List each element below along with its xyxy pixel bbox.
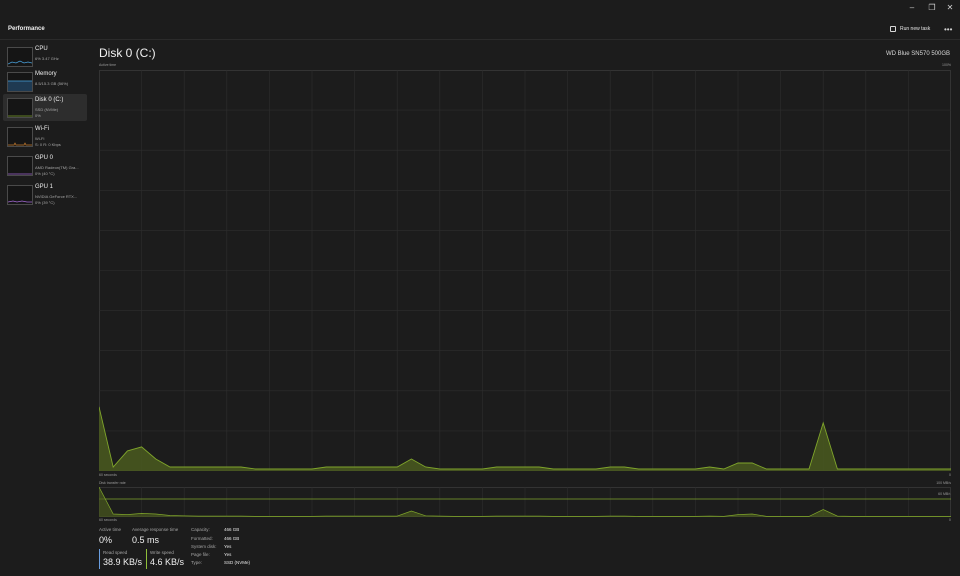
transfer-rate-min-label: 0 (949, 518, 951, 522)
run-new-task-button[interactable]: Run new task (890, 23, 930, 35)
sidebar-item-detail: SSD (NVMe) (35, 107, 59, 112)
sidebar-item-detail: 8.5/15.3 GB (56%) (35, 81, 69, 86)
sidebar-item-gpu-1[interactable]: GPU 1 NVIDIA GeForce RTX... 0% (39 °C) (3, 181, 87, 208)
sidebar-item-detail: Wi-Fi (35, 136, 45, 141)
sidebar-item-label: Wi-Fi (35, 126, 49, 132)
gpu1-thumbnail-graph (7, 185, 33, 205)
sidebar-item-wifi[interactable]: Wi-Fi Wi-Fi S: 0 R: 0 Kbps (3, 123, 87, 150)
capacity-label: Capacity: (191, 527, 210, 532)
wifi-thumbnail-graph (7, 127, 33, 147)
sidebar-item-label: GPU 1 (35, 184, 54, 190)
sidebar-item-label: Disk 0 (C:) (35, 97, 64, 103)
disk-title: Disk 0 (C:) (99, 46, 156, 60)
system-disk-value: Yes (224, 544, 232, 549)
write-speed-label: Write speed (150, 550, 174, 555)
active-time-duration-label: 60 seconds (99, 473, 117, 477)
sidebar-item-usage: S: 0 R: 0 Kbps (35, 142, 61, 147)
page-title: Performance (8, 26, 45, 32)
sidebar-item-usage: 0% (35, 113, 41, 118)
transfer-rate-label: Disk transfer rate (99, 481, 126, 485)
capacity-value: 466 GB (224, 527, 240, 532)
active-time-max-label: 100% (942, 63, 951, 67)
more-options-button[interactable]: ••• (944, 25, 952, 34)
read-speed-indicator (99, 549, 100, 569)
page-file-value: Yes (224, 552, 232, 557)
active-time-label: Active time (99, 63, 117, 67)
formatted-label: Formatted: (191, 536, 213, 541)
active-time-min-label: 0 (949, 473, 951, 477)
avg-response-stat-value: 0.5 ms (132, 535, 160, 545)
memory-thumbnail-graph (7, 72, 33, 92)
write-speed-value: 4.6 KB/s (150, 557, 185, 567)
sidebar: CPU 6% 3.47 GHz Memory 8.5/15.3 GB (56%)… (0, 40, 90, 576)
title-bar: – ❐ ✕ (0, 0, 960, 18)
sidebar-item-usage: 0% (40 °C) (35, 171, 55, 176)
sidebar-item-label: CPU (35, 46, 48, 52)
sidebar-item-gpu-0[interactable]: GPU 0 AMD Radeon(TM) Gra... 0% (40 °C) (3, 152, 87, 179)
read-speed-label: Read speed (103, 550, 128, 555)
sidebar-item-detail: NVIDIA GeForce RTX... (35, 194, 78, 199)
run-new-task-label: Run new task (900, 26, 931, 32)
transfer-rate-duration-label: 60 seconds (99, 518, 117, 522)
write-speed-indicator (146, 549, 147, 569)
main-panel: Disk 0 (C:) WD Blue SN570 500GB Active t… (90, 40, 960, 576)
type-value: SSD (NVMe) (224, 560, 251, 565)
active-time-stat-value: 0% (99, 535, 113, 545)
sidebar-item-detail: AMD Radeon(TM) Gra... (35, 165, 79, 170)
sidebar-item-memory[interactable]: Memory 8.5/15.3 GB (56%) (3, 68, 87, 95)
sidebar-item-label: Memory (35, 71, 57, 77)
cpu-thumbnail-graph (7, 47, 33, 67)
system-disk-label: System disk: (191, 544, 217, 549)
sidebar-item-detail: 6% 3.47 GHz (35, 56, 59, 61)
active-time-stat-label: Active time (99, 527, 122, 532)
read-speed-value: 38.9 KB/s (103, 557, 143, 567)
transfer-rate-max-label: 100 MB/s (936, 481, 951, 485)
close-button[interactable]: ✕ (938, 0, 960, 14)
active-time-chart (99, 70, 951, 471)
disk-model: WD Blue SN570 500GB (885, 51, 950, 57)
sidebar-item-disk-0[interactable]: Disk 0 (C:) SSD (NVMe) 0% (3, 94, 87, 121)
transfer-rate-chart (99, 487, 951, 517)
header: Performance Run new task ••• (0, 18, 960, 40)
sidebar-item-usage: 0% (39 °C) (35, 200, 55, 205)
formatted-value: 466 GB (224, 536, 240, 541)
run-task-icon (890, 26, 896, 32)
page-file-label: Page file: (191, 552, 210, 557)
sidebar-item-label: GPU 0 (35, 155, 54, 161)
avg-response-stat-label: Average response time (132, 527, 179, 532)
disk-thumbnail-graph (7, 98, 33, 118)
type-label: Type: (191, 560, 203, 565)
gpu0-thumbnail-graph (7, 156, 33, 176)
sidebar-item-cpu[interactable]: CPU 6% 3.47 GHz (3, 43, 87, 70)
